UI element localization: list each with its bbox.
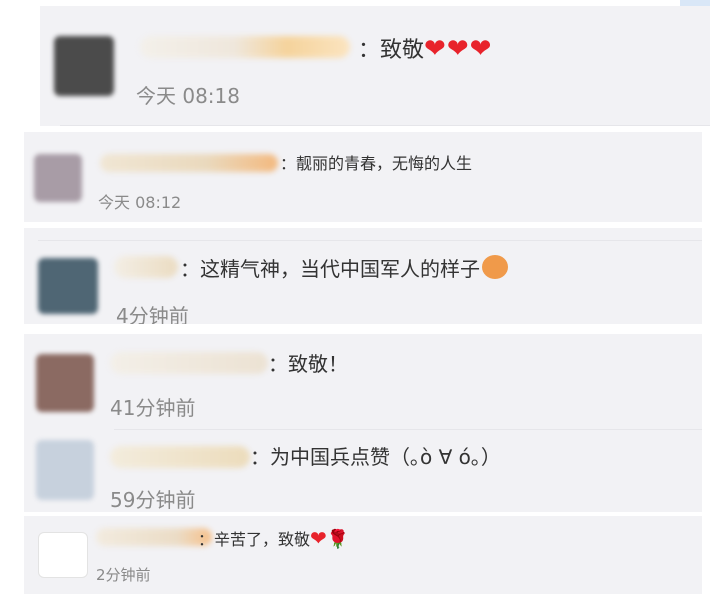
comment-text: ：辛苦了，致敬❤🌹 [198, 526, 350, 550]
comment-card: ：致敬❤❤❤ 今天 08:18 [40, 6, 710, 126]
avatar[interactable] [34, 154, 82, 202]
comment-timestamp: 今天 08:12 [98, 193, 182, 212]
username-blurred[interactable] [100, 154, 278, 172]
avatar[interactable] [36, 354, 94, 412]
comment-text: ：致敬！ [268, 352, 348, 376]
avatar[interactable] [54, 36, 114, 96]
comment-card: ：这精气神，当代中国军人的样子 4分钟前 [24, 228, 702, 324]
comment-card: ：致敬！ 41分钟前 [24, 334, 702, 430]
comment-timestamp: 今天 08:18 [136, 84, 240, 108]
avatar[interactable] [38, 258, 98, 314]
comment-content: 致敬！ [288, 352, 348, 376]
comment-text: ：靓丽的青春，无悔的人生 [280, 154, 473, 173]
username-blurred[interactable] [140, 36, 350, 58]
username-blurred[interactable] [110, 446, 250, 468]
comment-text: ：为中国兵点赞（｡ò ∀ ó｡） [250, 445, 501, 469]
comment-card: ：辛苦了，致敬❤🌹 2分钟前 [24, 516, 702, 594]
username-blurred[interactable] [96, 528, 212, 546]
comment-text: ：致敬❤❤❤ [358, 34, 493, 64]
comment-card: ：为中国兵点赞（｡ò ∀ ó｡） 59分钟前 [24, 430, 702, 512]
divider [60, 125, 710, 126]
comment-content: 致敬 [380, 38, 425, 63]
comment-timestamp: 4分钟前 [116, 304, 189, 324]
comment-content: 这精气神，当代中国军人的样子 [200, 257, 480, 281]
emoji-icon [482, 255, 508, 279]
heart-icon: ❤❤❤ [424, 34, 493, 64]
username-blurred[interactable] [110, 352, 268, 374]
comment-content: 靓丽的青春，无悔的人生 [296, 154, 473, 173]
comment-text: ：这精气神，当代中国军人的样子 [180, 254, 508, 284]
comment-card: ：靓丽的青春，无悔的人生 今天 08:12 [24, 132, 702, 222]
comment-content: 辛苦了，致敬 [214, 530, 311, 549]
divider [38, 240, 702, 241]
comment-timestamp: 59分钟前 [110, 488, 196, 512]
username-blurred[interactable] [114, 256, 178, 278]
comment-timestamp: 41分钟前 [110, 396, 196, 420]
rose-icon: 🌹 [326, 529, 350, 550]
comment-timestamp: 2分钟前 [96, 566, 151, 584]
heart-icon: ❤ [310, 526, 327, 550]
avatar[interactable] [38, 532, 88, 578]
avatar[interactable] [36, 440, 94, 500]
comment-content: 为中国兵点赞（｡ò ∀ ó｡） [270, 445, 501, 469]
